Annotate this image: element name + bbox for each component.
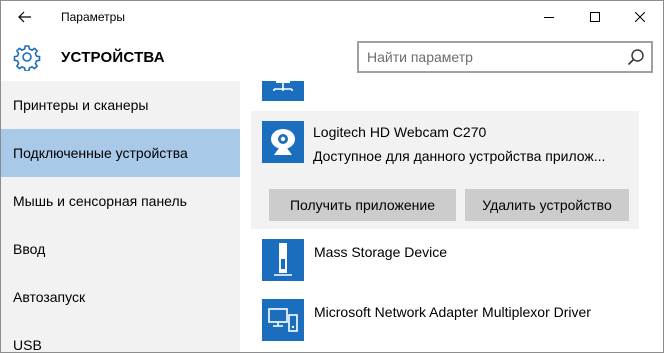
window-title: Параметры — [61, 10, 125, 24]
back-arrow-icon — [18, 11, 31, 23]
device-name: Microsoft Network Adapter Multiplexor Dr… — [314, 304, 591, 320]
device-name: Mass Storage Device — [314, 244, 448, 260]
minimize-button[interactable] — [526, 1, 572, 33]
search-box[interactable] — [357, 41, 653, 73]
sidebar-item-label: Мышь и сенсорная панель — [13, 193, 187, 209]
close-button[interactable] — [617, 1, 663, 33]
usb-drive-icon — [262, 239, 304, 281]
sidebar-item-usb[interactable]: USB — [1, 321, 240, 353]
sidebar: Принтеры и сканеры Подключенные устройст… — [1, 81, 240, 353]
gear-icon — [13, 45, 41, 71]
maximize-icon — [590, 12, 600, 22]
remove-device-button[interactable]: Удалить устройство — [465, 189, 629, 221]
get-app-button[interactable]: Получить приложение — [269, 189, 456, 221]
selected-device-card[interactable]: Logitech HD Webcam C270 Доступное для да… — [251, 111, 639, 229]
sidebar-item-mouse-touchpad[interactable]: Мышь и сенсорная панель — [1, 177, 240, 225]
search-icon[interactable] — [627, 48, 645, 66]
sidebar-item-typing[interactable]: Ввод — [1, 225, 240, 273]
sidebar-item-label: Ввод — [13, 241, 46, 257]
title-bar: Параметры — [1, 1, 663, 33]
settings-window: Параметры УСТРОЙСТВА Пр — [0, 0, 664, 353]
page-header: УСТРОЙСТВА — [1, 33, 663, 81]
sidebar-item-autoplay[interactable]: Автозапуск — [1, 273, 240, 321]
page-title: УСТРОЙСТВА — [61, 49, 165, 66]
sidebar-item-label: Автозапуск — [13, 289, 86, 305]
sidebar-item-label: Подключенные устройства — [13, 145, 188, 161]
sidebar-item-printers[interactable]: Принтеры и сканеры — [1, 81, 240, 129]
device-status: Доступное для данного устройства прилож.… — [313, 148, 606, 164]
minimize-icon — [544, 17, 554, 18]
device-list: Logitech HD Webcam C270 Доступное для да… — [240, 81, 663, 352]
network-adapter-icon — [262, 299, 304, 341]
sidebar-item-connected-devices[interactable]: Подключенные устройства — [1, 129, 240, 177]
sidebar-item-label: Принтеры и сканеры — [13, 97, 149, 113]
search-input[interactable] — [359, 43, 609, 71]
back-button[interactable] — [1, 1, 49, 33]
network-device-icon[interactable] — [262, 81, 304, 101]
sidebar-item-label: USB — [13, 337, 42, 353]
maximize-button[interactable] — [572, 1, 618, 33]
device-name: Logitech HD Webcam C270 — [313, 124, 487, 140]
close-icon — [635, 12, 645, 22]
webcam-icon — [262, 121, 304, 163]
